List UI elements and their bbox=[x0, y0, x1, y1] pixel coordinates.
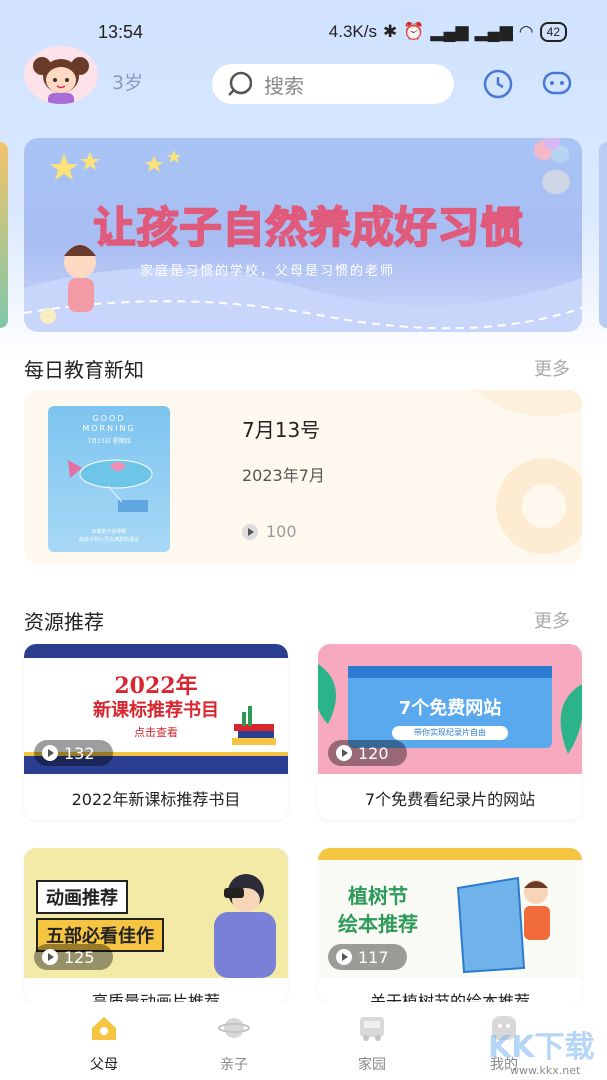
watermark-logo: KK下载 bbox=[488, 1030, 595, 1065]
resource-image-1: 2022年 新课标推荐书目 点击查看 132 bbox=[24, 644, 288, 774]
resource-title-4: 关于植树节的绘本推荐 bbox=[369, 992, 530, 1002]
tab-parent-child-label: 亲子 bbox=[220, 1057, 248, 1073]
alarm-icon: ⏰ bbox=[403, 22, 425, 41]
daily-news-date: 2023年7月 bbox=[242, 466, 325, 485]
resource-card-1[interactable]: 2022年 新课标推荐书目 点击查看 132 2022年新课标推荐书目 bbox=[24, 644, 288, 820]
resource-title-1: 2022年新课标推荐书目 bbox=[71, 790, 241, 809]
resources-more-link[interactable]: 更多 bbox=[534, 607, 570, 633]
resource-image-3: 动画推荐 五部必看佳作 125 bbox=[24, 848, 288, 978]
status-icons: 4.3K/s ✱ ⏰ ▂▄▆ ▂▄▆ ◠ 42 bbox=[329, 22, 567, 42]
status-time: 13:54 bbox=[98, 22, 144, 42]
card2-line2: 带你实现纪录片自由 bbox=[414, 728, 486, 737]
card1-views: 132 bbox=[34, 740, 113, 766]
resource-card-3[interactable]: 动画推荐 五部必看佳作 125 高质量动画片推荐 bbox=[24, 848, 288, 1002]
daily-news-card[interactable]: GOOD MORNING 7月13日 星期四 未来的不会停歇 给孩子的心灵充满爱… bbox=[24, 390, 582, 564]
card2-line1: 7个免费网站 bbox=[398, 698, 502, 719]
daily-section-title: 每日教育新知 bbox=[24, 358, 144, 382]
thumb-foot1: 未来的不会停歇 bbox=[91, 529, 127, 535]
carousel-prev-peek bbox=[0, 142, 8, 328]
search-icon bbox=[228, 71, 252, 96]
planet-icon bbox=[218, 1018, 250, 1038]
tab-parent-child[interactable]: 亲子 bbox=[194, 1014, 274, 1074]
tab-parents[interactable]: 父母 bbox=[64, 1014, 144, 1074]
resource-title-3: 高质量动画片推荐 bbox=[91, 992, 220, 1002]
history-clock-icon[interactable] bbox=[482, 68, 514, 100]
card4-views-count: 117 bbox=[358, 947, 389, 967]
play-count-icon bbox=[242, 523, 258, 540]
carousel-next-peek bbox=[599, 142, 607, 328]
card4-views: 117 bbox=[328, 944, 407, 970]
wifi-icon: ◠ bbox=[518, 22, 534, 41]
resource-card-4[interactable]: 植树节 绘本推荐 117 关于植树节的绘本推荐 bbox=[318, 848, 582, 1002]
card1-views-count: 132 bbox=[64, 743, 95, 763]
battery-icon: 42 bbox=[539, 22, 567, 42]
daily-more-link[interactable]: 更多 bbox=[534, 355, 570, 381]
bluetooth-icon: ✱ bbox=[382, 22, 398, 41]
school-bus-icon bbox=[360, 1017, 384, 1041]
child-age[interactable]: 3岁 bbox=[112, 68, 143, 95]
search-bar[interactable]: 搜索 bbox=[212, 64, 454, 104]
signal-icon-2: ▂▄▆ bbox=[474, 22, 513, 41]
tab-home-school-label: 家园 bbox=[358, 1057, 386, 1073]
watermark-url: www.kkx.net bbox=[510, 1064, 581, 1077]
signal-icon: ▂▄▆ bbox=[430, 22, 469, 41]
play-icon bbox=[336, 949, 352, 965]
banner-subtitle: 家庭是习惯的学校，父母是习惯的老师 bbox=[140, 264, 396, 279]
resource-image-4: 植树节 绘本推荐 117 bbox=[318, 848, 582, 978]
search-placeholder: 搜索 bbox=[264, 73, 304, 98]
daily-news-views: 100 bbox=[242, 522, 297, 541]
tab-home-school[interactable]: 家园 bbox=[332, 1014, 412, 1074]
resources-section-title: 资源推荐 bbox=[24, 610, 104, 634]
play-icon bbox=[42, 745, 58, 761]
card2-views-count: 120 bbox=[358, 743, 389, 763]
girl-avatar-icon bbox=[33, 57, 89, 104]
thumb-foot2: 给孩子的心灵充满爱的语言 bbox=[78, 537, 139, 543]
daily-news-thumbnail: GOOD MORNING 7月13日 星期四 未来的不会停歇 给孩子的心灵充满爱… bbox=[48, 406, 170, 552]
daily-news-title: 7月13号 bbox=[242, 418, 321, 442]
net-speed: 4.3K/s bbox=[328, 22, 377, 41]
play-icon bbox=[42, 949, 58, 965]
header: 3岁 搜索 bbox=[0, 44, 607, 124]
message-icon[interactable] bbox=[541, 68, 573, 100]
resource-image-2: 7个免费网站 带你实现纪录片自由 120 bbox=[318, 644, 582, 774]
card3-views: 125 bbox=[34, 944, 113, 970]
tab-parents-label: 父母 bbox=[90, 1057, 118, 1073]
daily-views-count: 100 bbox=[266, 522, 297, 541]
play-icon bbox=[336, 745, 352, 761]
avatar[interactable] bbox=[24, 46, 98, 104]
card2-views: 120 bbox=[328, 740, 407, 766]
banner-title: 让孩子自然养成好习惯 bbox=[92, 202, 524, 253]
card3-views-count: 125 bbox=[64, 947, 95, 967]
resource-title-2: 7个免费看纪录片的网站 bbox=[364, 790, 536, 809]
home-icon bbox=[92, 1017, 116, 1040]
resource-card-2[interactable]: 7个免费网站 带你实现纪录片自由 120 7个免费看纪录片的网站 bbox=[318, 644, 582, 820]
banner-carousel[interactable]: 让孩子自然养成好习惯 家庭是习惯的学校，父母是习惯的老师 bbox=[24, 138, 582, 332]
